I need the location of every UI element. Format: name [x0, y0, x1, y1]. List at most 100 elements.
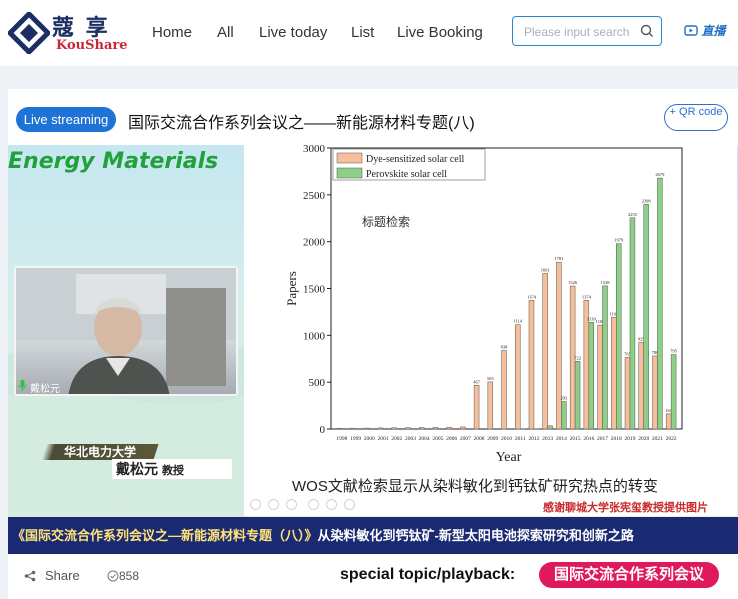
- y-tick-label: 500: [309, 377, 326, 389]
- ticker-text: 从染料敏化到钙钛矿-新型太阳电池探索研究和创新之路: [317, 528, 634, 543]
- dye-bar: [542, 273, 548, 430]
- bar-value-label: 503: [487, 376, 495, 381]
- nav-item-list[interactable]: List: [351, 24, 374, 41]
- perovskite-bar: [574, 361, 581, 430]
- live-streaming-badge: Live streaming: [16, 107, 116, 132]
- dye-bar: [624, 357, 631, 430]
- bar-value-label: 1526: [568, 280, 578, 285]
- perovskite-bar: [629, 217, 636, 430]
- speaker-video-image: [16, 268, 236, 394]
- bar-value-label: 467: [473, 379, 481, 384]
- tv-icon: [684, 25, 698, 36]
- y-axis-label: Papers: [284, 271, 299, 306]
- x-tick-label: 2009: [487, 436, 498, 442]
- perovskite-bar: [561, 401, 567, 430]
- y-tick-label: 2000: [303, 237, 326, 249]
- x-tick-label: 2016: [583, 436, 594, 442]
- qr-code-button[interactable]: + QR code: [664, 104, 728, 131]
- x-tick-label: 2020: [638, 436, 649, 442]
- bar-value-label: 795: [670, 349, 678, 354]
- koushare-logo[interactable]: 蔻 享 KouShare: [8, 10, 128, 56]
- search-icon[interactable]: [639, 23, 655, 39]
- dye-bar: [487, 381, 494, 430]
- bar-value-label: 293: [560, 396, 568, 401]
- slide-credit: 感谢聊城大学张宪玺教授提供图片: [543, 502, 708, 514]
- bar-value-label: 722: [574, 355, 581, 360]
- x-tick-label: 2018: [611, 436, 622, 442]
- dye-bar: [473, 385, 480, 430]
- x-tick-label: 2007: [460, 436, 471, 442]
- slide-control-refresh[interactable]: [286, 499, 297, 510]
- topic-button[interactable]: 国际交流合作系列会议: [539, 562, 719, 588]
- nav-item-home[interactable]: Home: [152, 24, 192, 41]
- x-tick-label: 2004: [419, 436, 430, 442]
- bar-value-label: 1114: [513, 319, 522, 324]
- dye-bar: [515, 324, 521, 430]
- legend-label: Perovskite solar cell: [366, 169, 447, 180]
- slide-control-next[interactable]: [268, 499, 279, 510]
- slide-control-edit[interactable]: [308, 499, 319, 510]
- dye-bar: [611, 317, 617, 430]
- x-tick-label: 1999: [350, 436, 361, 442]
- top-navigation-bar: 蔻 享 KouShare Home All Live today List Li…: [0, 0, 738, 66]
- share-button[interactable]: Share: [45, 568, 80, 583]
- x-axis-label: Year: [496, 450, 522, 465]
- dye-bar: [350, 427, 356, 430]
- nav-item-live-booking[interactable]: Live Booking: [397, 24, 483, 41]
- dye-bar: [336, 428, 343, 430]
- x-tick-label: 2001: [378, 436, 389, 442]
- bar-value-label: 1528: [601, 280, 611, 285]
- perovskite-bar: [616, 243, 622, 430]
- x-tick-label: 2008: [474, 436, 485, 442]
- chart-annotation: 标题检索: [362, 214, 410, 229]
- search-placeholder: Please input search: [524, 25, 630, 39]
- dye-bar: [638, 342, 644, 430]
- y-tick-label: 3000: [303, 145, 326, 155]
- bar-value-label: 1374: [527, 294, 537, 299]
- y-tick-label: 1500: [303, 284, 326, 296]
- perovskite-bar: [588, 322, 595, 430]
- views-icon: [107, 570, 119, 582]
- share-icon[interactable]: [24, 570, 36, 582]
- perovskite-bar: [657, 177, 663, 430]
- dye-bar: [528, 300, 535, 430]
- microphone-icon: [18, 380, 27, 391]
- x-tick-label: 2000: [364, 436, 375, 442]
- koushare-logo-mark: [8, 12, 50, 54]
- speaker-banner: 戴松元 教授: [112, 459, 232, 479]
- dye-bar: [460, 426, 466, 430]
- bar-value-label: 1374: [582, 294, 592, 299]
- slide-caption: WOS文献检索显示从染料敏化到钙钛矿研究热点的转变: [292, 478, 658, 495]
- dye-bar: [665, 413, 672, 430]
- special-topic-label: special topic/playback:: [340, 566, 516, 583]
- x-tick-label: 2013: [542, 436, 553, 442]
- y-tick-label: 2500: [303, 190, 326, 202]
- presentation-slide: 0 500 1000 1500 2000 2500 3000 1998 1999 2000 2001…: [244, 145, 737, 516]
- perovskite-bar: [602, 285, 608, 430]
- nav-item-live-today[interactable]: Live today: [259, 24, 327, 41]
- live-link[interactable]: 直播: [684, 22, 725, 39]
- dye-bar: [501, 350, 507, 430]
- institution-label: 华北电力大学: [63, 445, 136, 459]
- bar-value-label: 1781: [554, 256, 563, 261]
- brand-name-en: KouShare: [56, 38, 128, 53]
- institution-banner: 华北电力大学: [41, 444, 159, 460]
- dye-bar: [432, 427, 439, 430]
- slide-control-zoom-out[interactable]: [344, 499, 355, 510]
- legend-label: Dye-sensitized solar cell: [366, 154, 465, 165]
- dye-bar: [446, 426, 452, 430]
- dye-bar: [391, 427, 397, 430]
- camera-name-label: 戴松元: [30, 384, 60, 395]
- slide-control-zoom-in[interactable]: [326, 499, 337, 510]
- page-title: 国际交流合作系列会议之——新能源材料专题(八): [128, 115, 475, 132]
- x-tick-label: 1998: [336, 436, 347, 442]
- slide-control-prev[interactable]: [250, 499, 261, 510]
- nav-item-all[interactable]: All: [217, 24, 234, 41]
- x-tick-label: 2014: [556, 436, 567, 442]
- dye-bar: [418, 427, 425, 430]
- speaker-camera-view: [14, 266, 238, 396]
- speaker-role: 教授: [162, 465, 184, 477]
- dye-bar: [597, 324, 603, 430]
- bar-value-label: 2679: [655, 172, 665, 177]
- search-input[interactable]: Please input search: [512, 16, 662, 46]
